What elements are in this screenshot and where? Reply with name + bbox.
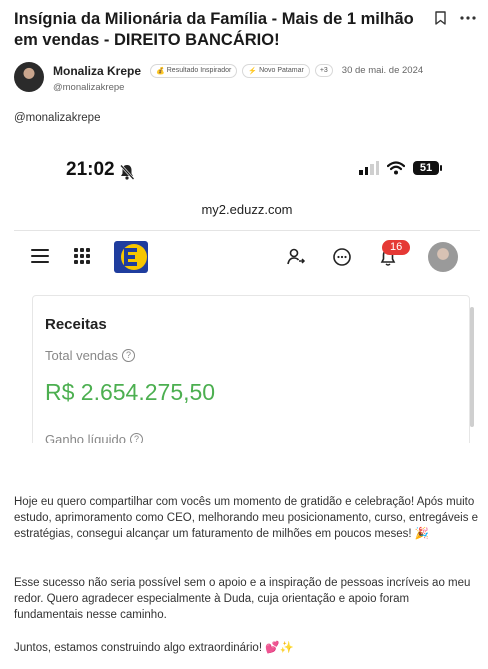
money-bag-icon: 💰 — [156, 67, 165, 75]
author-row: Monaliza Krepe 💰 Resultado Inspirador ⚡ … — [14, 62, 484, 93]
menu-icon — [31, 249, 49, 263]
status-time: 21:02 — [66, 159, 115, 180]
bookmark-icon[interactable] — [432, 10, 448, 26]
browser-url: my2.eduzz.com — [201, 202, 293, 217]
apps-icon — [74, 248, 90, 264]
bell-off-icon — [120, 164, 135, 180]
mention[interactable]: @monalizakrepe — [14, 112, 100, 124]
author-handle[interactable]: @monalizakrepe — [53, 82, 423, 93]
eduzz-logo — [114, 241, 148, 273]
badge-label: Resultado Inspirador — [166, 67, 232, 74]
revenue-card: Receitas Total vendas ? R$ 2.654.275,50 … — [32, 295, 470, 443]
author-name[interactable]: Monaliza Krepe — [53, 64, 141, 78]
battery-level: 51 — [413, 161, 439, 175]
app-navbar: 16 — [14, 235, 480, 281]
post-image: 21:02 51 my2.eduzz.com 16 Receitas Total… — [14, 147, 480, 443]
scrollbar — [470, 307, 474, 427]
battery-icon: 51 — [413, 161, 442, 175]
help-icon: ? — [129, 433, 143, 443]
author-info: Monaliza Krepe 💰 Resultado Inspirador ⚡ … — [53, 62, 423, 93]
wifi-icon — [387, 161, 405, 175]
card-title: Receitas — [45, 316, 107, 333]
signal-icon — [359, 161, 379, 175]
notification-badge: 16 — [382, 240, 411, 255]
help-icon: ? — [122, 349, 135, 362]
badge-resultado-inspirador[interactable]: 💰 Resultado Inspirador — [150, 63, 238, 78]
badge-novo-patamar[interactable]: ⚡ Novo Patamar — [242, 63, 310, 78]
author-meta: Monaliza Krepe 💰 Resultado Inspirador ⚡ … — [53, 62, 423, 79]
more-badges[interactable]: +3 — [314, 64, 333, 77]
post-title: Insígnia da Milionária da Família - Mais… — [14, 10, 414, 49]
status-right: 51 — [359, 161, 442, 175]
author-avatar[interactable] — [14, 62, 44, 92]
user-switch-icon — [287, 248, 306, 265]
total-sales-value: R$ 2.654.275,50 — [45, 379, 216, 405]
net-earnings-label: Ganho líquido ? — [45, 432, 143, 443]
total-sales-text: Total vendas — [45, 348, 118, 363]
lightning-icon: ⚡ — [248, 67, 258, 75]
badge-label: Novo Patamar — [259, 67, 304, 74]
divider — [14, 230, 480, 231]
user-avatar — [428, 242, 458, 272]
post-paragraph: Hoje eu quero compartilhar com vocês um … — [14, 496, 479, 540]
post-actions — [432, 10, 476, 26]
post-paragraph: Esse sucesso não seria possível sem o ap… — [14, 577, 471, 621]
post-date: 30 de mai. de 2024 — [341, 65, 424, 76]
more-options-icon[interactable] — [460, 10, 476, 26]
chat-icon — [333, 248, 351, 266]
total-sales-label: Total vendas ? — [45, 348, 135, 363]
post-paragraph: Juntos, estamos construindo algo extraor… — [14, 642, 294, 654]
net-earnings-text: Ganho líquido — [45, 432, 126, 443]
